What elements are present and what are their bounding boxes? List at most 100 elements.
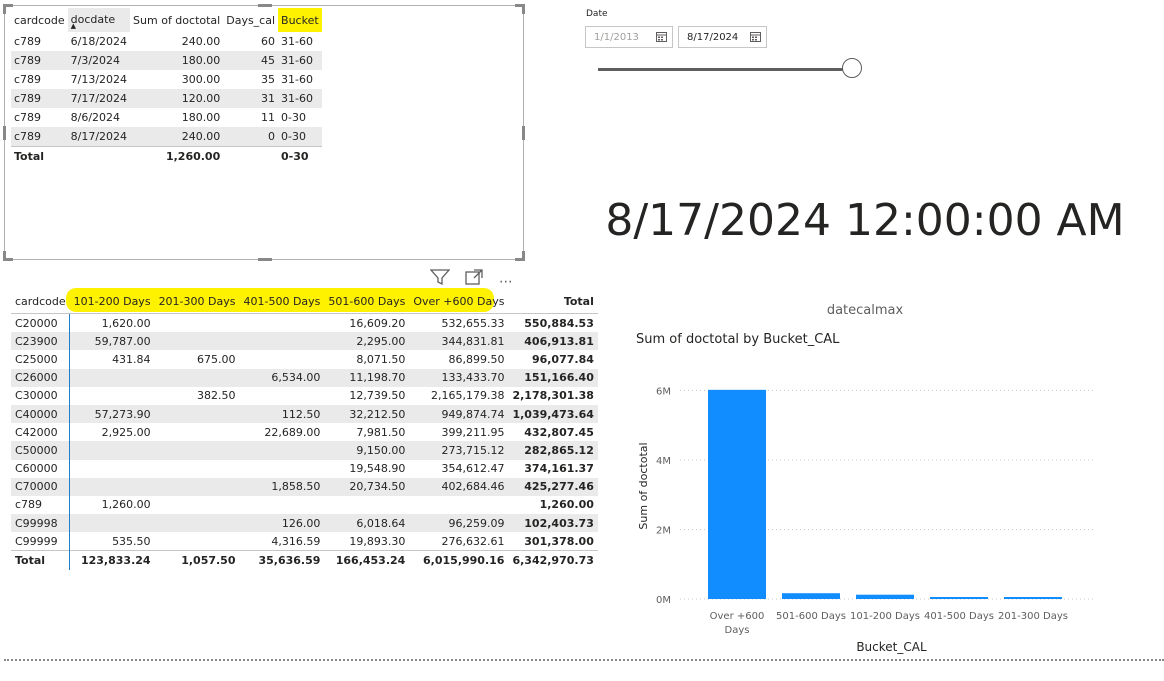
- row-header: C40000: [11, 404, 71, 424]
- resize-handle[interactable]: [522, 126, 525, 140]
- bar[interactable]: [930, 597, 988, 599]
- resize-handle[interactable]: [3, 251, 6, 261]
- matrix-cell: [154, 404, 240, 424]
- column-header[interactable]: Over +600 Days: [409, 289, 509, 314]
- start-date-input[interactable]: 1/1/2013: [585, 26, 673, 48]
- column-header[interactable]: 401-500 Days: [239, 289, 325, 314]
- bar[interactable]: [1004, 597, 1062, 599]
- column-header[interactable]: 501-600 Days: [324, 289, 410, 314]
- matrix-cell: 96,077.84: [508, 350, 598, 369]
- table-cell: 0: [223, 127, 279, 147]
- bar-chart: 0M 2M 4M 6M Sum of doctotal Over +600 Days 501-…: [637, 386, 1095, 654]
- matrix-row[interactable]: C99998 126.00 6,018.64 96,259.09 102,403.73: [11, 514, 598, 533]
- matrix-cell: 1,858.50: [239, 477, 325, 496]
- row-header: C60000: [11, 459, 71, 478]
- bar[interactable]: [856, 594, 914, 599]
- table-row[interactable]: c789 7/13/2024 300.00 35 31-60: [11, 70, 322, 89]
- table-row[interactable]: c789 7/3/2024 180.00 45 31-60: [11, 51, 322, 70]
- matrix-row[interactable]: C40000 57,273.90 112.50 32,212.50 949,874.74…: [11, 404, 598, 424]
- matrix-cell: 32,212.50: [324, 404, 410, 424]
- matrix-cell: [239, 350, 325, 369]
- matrix-cell: 425,277.46: [508, 477, 598, 496]
- matrix-row[interactable]: C30000 382.50 12,739.50 2,165,179.38 2,178,3…: [11, 386, 598, 405]
- resize-handle[interactable]: [258, 258, 272, 261]
- table-cell: 7/17/2024: [67, 89, 131, 108]
- matrix-cell: [154, 368, 240, 387]
- more-options-icon[interactable]: ⋯: [499, 274, 514, 290]
- matrix-row[interactable]: C60000 19,548.90 354,612.47 374,161.37: [11, 459, 598, 478]
- calendar-icon[interactable]: [750, 31, 761, 42]
- matrix-cell: [409, 495, 509, 515]
- table-row[interactable]: c789 7/17/2024 120.00 31 31-60: [11, 89, 322, 108]
- table-cell: 240.00: [130, 127, 224, 147]
- column-header[interactable]: cardcode: [11, 8, 68, 32]
- resize-handle[interactable]: [522, 251, 525, 261]
- matrix-cell: 406,913.81: [508, 332, 598, 351]
- matrix-cell: 9,150.00: [324, 441, 410, 460]
- table-cell: c789: [11, 127, 68, 147]
- column-header[interactable]: 101-200 Days: [69, 289, 155, 314]
- column-header[interactable]: cardcode: [11, 289, 70, 314]
- table-row[interactable]: c789 8/17/2024 240.00 0 0-30: [11, 127, 322, 147]
- matrix-cell: 431.84: [69, 350, 155, 369]
- matrix-cell: 374,161.37: [508, 459, 598, 478]
- matrix-row[interactable]: C23900 59,787.00 2,295.00 344,831.81 406,913…: [11, 332, 598, 351]
- column-header-highlighted[interactable]: Bucket: [278, 8, 322, 32]
- matrix-row[interactable]: C20000 1,620.00 16,609.20 532,655.33 550,884…: [11, 313, 598, 333]
- matrix-cell: [154, 459, 240, 478]
- matrix-row[interactable]: C26000 6,534.00 11,198.70 133,433.70 151,166…: [11, 368, 598, 387]
- table-cell: 8/6/2024: [70, 111, 121, 124]
- table-cell: 6,015,990.16: [409, 550, 509, 570]
- resize-handle[interactable]: [258, 4, 272, 7]
- matrix-cell: 2,295.00: [324, 332, 410, 351]
- matrix-row[interactable]: C50000 9,150.00 273,715.12 282,865.12: [11, 441, 598, 460]
- filter-icon[interactable]: [429, 268, 451, 290]
- matrix-cell: 2,925.00: [69, 423, 155, 442]
- matrix-cell: 273,715.12: [409, 441, 509, 460]
- y-tick-label: 0M: [656, 595, 671, 606]
- date-range-slider-track[interactable]: [598, 68, 844, 71]
- bar[interactable]: [708, 389, 766, 599]
- matrix-cell: 7,981.50: [324, 423, 410, 442]
- matrix-cell: 11,198.70: [324, 368, 410, 387]
- row-header: C25000: [11, 350, 71, 369]
- matrix-cell: 86,899.50: [409, 350, 509, 369]
- resize-handle[interactable]: [3, 4, 6, 14]
- matrix-row[interactable]: C70000 1,858.50 20,734.50 402,684.46 425,277…: [11, 477, 598, 496]
- column-header[interactable]: Sum of doctotal: [130, 8, 223, 32]
- matrix-cell: 19,548.90: [324, 459, 410, 478]
- table-row[interactable]: c789 6/18/2024 240.00 60 31-60: [11, 32, 322, 51]
- resize-handle[interactable]: [3, 126, 6, 140]
- column-header[interactable]: Days_cal: [223, 8, 278, 32]
- end-date-value: 8/17/2024: [687, 31, 739, 43]
- y-tick-label: 2M: [656, 525, 671, 536]
- matrix-row[interactable]: C42000 2,925.00 22,689.00 7,981.50 399,211.9…: [11, 423, 598, 442]
- matrix-row[interactable]: C25000 431.84 675.00 8,071.50 86,899.50 96,07…: [11, 350, 598, 369]
- focus-mode-icon[interactable]: [464, 268, 484, 290]
- matrix-cell: [239, 386, 325, 405]
- matrix-cell: [154, 441, 240, 460]
- matrix-cell: 20,734.50: [324, 477, 410, 496]
- table-cell: 45: [223, 51, 279, 70]
- matrix-row[interactable]: c789 1,260.00 1,260.00: [11, 495, 598, 515]
- matrix-cell: 96,259.09: [409, 514, 509, 533]
- matrix-cell: [69, 459, 155, 478]
- column-header[interactable]: 201-300 Days: [154, 289, 240, 314]
- date-range-slider-handle[interactable]: [842, 58, 862, 78]
- table-cell: 1,057.50: [154, 550, 240, 570]
- row-header: c789: [11, 495, 71, 515]
- column-header-sorted[interactable]: docdate ▲: [67, 8, 131, 32]
- row-header: C26000: [11, 368, 71, 387]
- matrix-cell: 354,612.47: [409, 459, 509, 478]
- matrix-cell: 133,433.70: [409, 368, 509, 387]
- calendar-icon[interactable]: [656, 31, 667, 42]
- chart-title: Sum of doctotal by Bucket_CAL: [636, 332, 840, 347]
- column-header-total[interactable]: Total: [508, 289, 598, 314]
- matrix-cell: 949,874.74: [409, 404, 509, 424]
- matrix-row[interactable]: C99999 535.50 4,316.59 19,893.30 276,632.61 3…: [11, 532, 598, 551]
- bar[interactable]: [782, 593, 840, 599]
- end-date-input[interactable]: 8/17/2024: [678, 26, 767, 48]
- resize-handle[interactable]: [522, 4, 525, 14]
- table-row[interactable]: c789 8/6/2024 180.00 11 0-30: [11, 108, 322, 127]
- slicer-title: Date: [586, 9, 608, 19]
